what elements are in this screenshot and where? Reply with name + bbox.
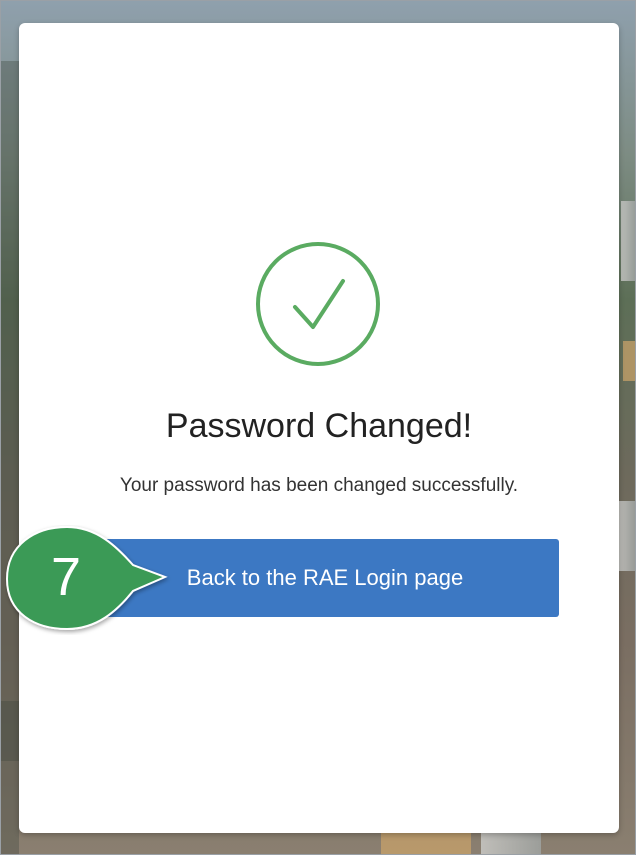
page-title: Password Changed! bbox=[165, 407, 473, 445]
page-frame: Password Changed! Your password has been… bbox=[0, 0, 636, 855]
success-message: Your password has been changed successfu… bbox=[119, 475, 519, 496]
password-changed-card: Password Changed! Your password has been… bbox=[19, 23, 619, 833]
step-number: 7 bbox=[50, 547, 82, 607]
check-circle-icon bbox=[256, 242, 380, 366]
